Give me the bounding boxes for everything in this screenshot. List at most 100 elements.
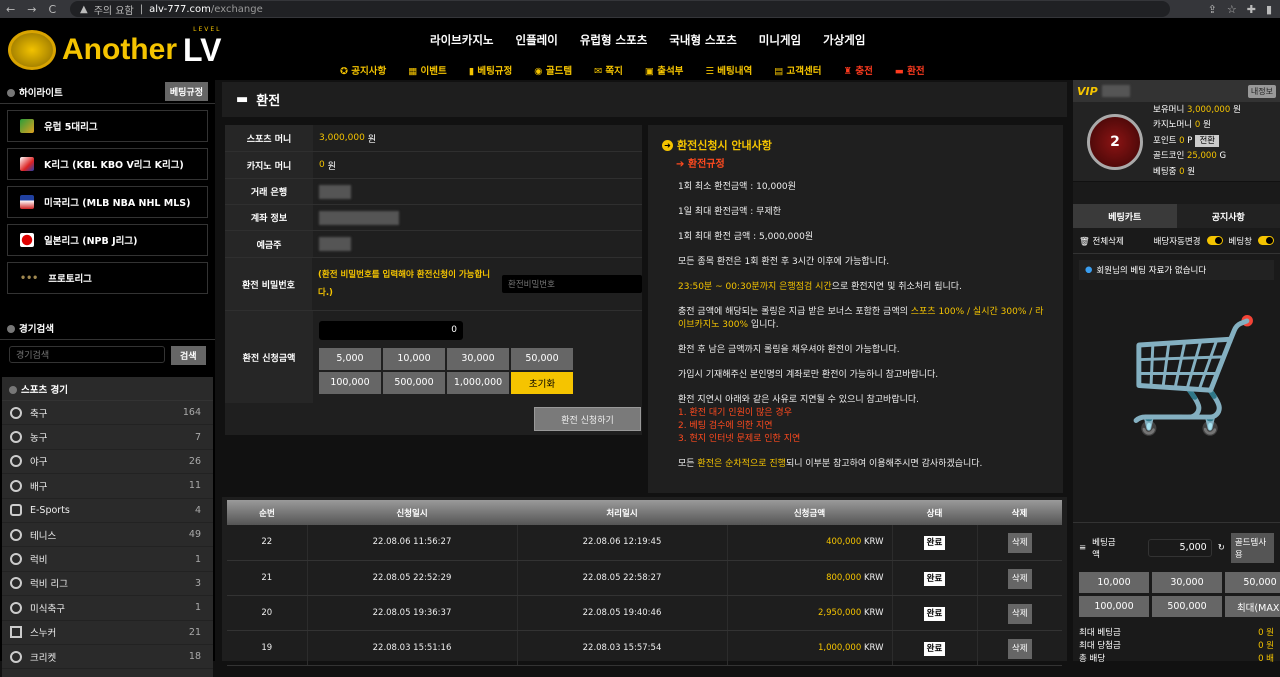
card-icon: ▬ <box>236 92 248 107</box>
quick-amount-button[interactable]: 50,000 <box>511 348 573 370</box>
bet-amount-input[interactable]: 5,000 <box>1148 539 1212 557</box>
sport-item-tennis[interactable]: 테니스49 <box>2 523 213 547</box>
bet-quick-button[interactable]: 30,000 <box>1152 572 1222 593</box>
row-delete: 삭제 <box>977 595 1062 630</box>
extensions-icon[interactable]: ✚ <box>1247 3 1256 16</box>
sport-item-snooker[interactable]: 스누커21 <box>2 621 213 645</box>
quick-amount-button[interactable]: 1,000,000 <box>447 372 509 394</box>
apply-withdraw-button[interactable]: 환전 신청하기 <box>534 407 641 431</box>
bank-label: 거래 은행 <box>225 179 313 204</box>
nav-korean-sports[interactable]: 국내형 스포츠 <box>669 32 736 48</box>
reset-button[interactable]: 초기화 <box>511 372 573 394</box>
nav-live-casino[interactable]: 라이브카지노 <box>430 32 493 48</box>
bullet-icon <box>7 89 15 97</box>
sport-item-esports[interactable]: E-Sports4 <box>2 499 213 523</box>
sports-list: 스포츠 경기 축구164 농구7 야구26 배구11 E-Sports4 테니스… <box>2 377 213 677</box>
refresh-icon[interactable]: ↻ <box>1218 543 1225 553</box>
subnav-goldtem[interactable]: ◉ 골드템 <box>534 63 572 77</box>
logo[interactable]: Another LV LEVEL <box>8 30 222 70</box>
share-icon[interactable]: ⇪ <box>1208 3 1217 16</box>
subnav-bet-history[interactable]: ☰ 베팅내역 <box>705 63 752 77</box>
subnav-support[interactable]: ▤ 고객센터 <box>774 63 821 77</box>
delete-button[interactable]: 삭제 <box>1008 639 1032 659</box>
row-requested: 22.08.05 22:52:29 <box>307 560 517 595</box>
sport-item-cricket[interactable]: 크리켓18 <box>2 645 213 669</box>
quick-amount-button[interactable]: 30,000 <box>447 348 509 370</box>
sport-item-baseball[interactable]: 야구26 <box>2 450 213 474</box>
league-japan[interactable]: 일본리그 (NPB J리그) <box>7 224 208 256</box>
forward-icon[interactable]: → <box>27 3 36 16</box>
clear-all-button[interactable]: 🗑 전체삭제 <box>1079 235 1124 247</box>
amount-label: 환전 신청금액 <box>225 311 313 403</box>
subnav-deposit[interactable]: ♜ 충전 <box>844 63 873 77</box>
delete-button[interactable]: 삭제 <box>1008 604 1032 624</box>
league-usa[interactable]: 미국리그 (MLB NBA NHL MLS) <box>7 186 208 218</box>
left-sidebar: 하이라이트베팅규정 유럽 5대리그 K리그 (KBL KBO V리그 K리그) … <box>0 80 215 661</box>
subnav-attendance[interactable]: ▣ 출석부 <box>645 63 684 77</box>
delete-button[interactable]: 삭제 <box>1008 533 1032 553</box>
back-icon[interactable]: ← <box>6 3 15 16</box>
rules-button[interactable]: 베팅규정 <box>165 82 208 101</box>
my-info-button[interactable]: 내정보 <box>1248 85 1276 98</box>
subnav-notice[interactable]: ✪ 공지사항 <box>340 63 386 77</box>
subnav-rules[interactable]: ▮ 베팅규정 <box>469 63 513 77</box>
league-euro5[interactable]: 유럽 5대리그 <box>7 110 208 142</box>
star-icon[interactable]: ☆ <box>1227 3 1237 16</box>
quick-amount-button[interactable]: 500,000 <box>383 372 445 394</box>
sport-item-american-football[interactable]: 미식축구1 <box>2 596 213 620</box>
nav-virtual[interactable]: 가상게임 <box>823 32 865 48</box>
auto-odds-label: 배당자동변경 <box>1154 235 1201 247</box>
sub-nav: ✪ 공지사항 ▦ 이벤트 ▮ 베팅규정 ◉ 골드템 ✉ 쪽지 ▣ 출석부 ☰ 베… <box>340 63 925 77</box>
col-delete: 삭제 <box>977 500 1062 525</box>
gold-use-button[interactable]: 골드템사용 <box>1231 533 1274 563</box>
col-requested: 신청일시 <box>307 500 517 525</box>
quick-amount-button[interactable]: 10,000 <box>383 348 445 370</box>
subnav-event[interactable]: ▦ 이벤트 <box>408 63 447 77</box>
nav-inplay[interactable]: 인플레이 <box>515 32 557 48</box>
sport-item-rugby[interactable]: 럭비1 <box>2 547 213 571</box>
url-host: alv-777.com <box>149 4 211 15</box>
quick-amount-button[interactable]: 100,000 <box>319 372 381 394</box>
game-search-input[interactable] <box>9 346 165 363</box>
amount-input[interactable]: 0 <box>319 321 463 340</box>
total-odds-label: 총 배당 <box>1079 653 1105 666</box>
sport-item-rugby-league[interactable]: 럭비 리그3 <box>2 572 213 596</box>
auto-odds-toggle[interactable] <box>1207 236 1223 245</box>
quick-amount-button[interactable]: 5,000 <box>319 348 381 370</box>
bet-max-button[interactable]: 최대(MAX) <box>1225 596 1280 617</box>
delete-button[interactable]: 삭제 <box>1008 569 1032 589</box>
nav-minigame[interactable]: 미니게임 <box>759 32 801 48</box>
main-nav: 라이브카지노 인플레이 유럽형 스포츠 국내형 스포츠 미니게임 가상게임 <box>430 32 865 48</box>
sport-item-soccer[interactable]: 축구164 <box>2 401 213 425</box>
bet-window-toggle[interactable] <box>1258 236 1274 245</box>
bet-quick-button[interactable]: 10,000 <box>1079 572 1149 593</box>
status-badge: 완료 <box>924 607 946 621</box>
sport-item-basketball[interactable]: 농구7 <box>2 425 213 449</box>
total-odds-value: 0 배 <box>1258 653 1274 666</box>
sidepanel-icon[interactable]: ▮ <box>1266 3 1272 16</box>
subnav-withdraw[interactable]: ▬ 환전 <box>895 63 925 77</box>
sport-item-volleyball[interactable]: 배구11 <box>2 474 213 498</box>
notice-title: 환전신청시 안내사항 <box>677 139 772 152</box>
address-bar[interactable]: ▲주의 요함|alv-777.com/exchange <box>70 1 1170 17</box>
tab-betslip[interactable]: 베팅카트 <box>1073 204 1177 228</box>
convert-points-button[interactable]: 전환 <box>1195 135 1219 147</box>
browser-toolbar: ← → C ▲주의 요함|alv-777.com/exchange ⇪ ☆ ✚ ▮ <box>0 0 1280 18</box>
trash-icon: 🗑 <box>1079 237 1090 247</box>
withdraw-form: 스포츠 머니3,000,000 원 카지노 머니0 원 거래 은행 계좌 정보 … <box>225 125 642 435</box>
search-button[interactable]: 검색 <box>171 346 206 365</box>
withdraw-password-input[interactable] <box>502 275 642 293</box>
status-badge: 완료 <box>924 536 946 550</box>
league-proto[interactable]: •••프로토리그 <box>7 262 208 294</box>
nav-euro-sports[interactable]: 유럽형 스포츠 <box>580 32 647 48</box>
user-points: 포인트 0 P전환 <box>1153 134 1241 150</box>
bet-quick-button[interactable]: 100,000 <box>1079 596 1149 617</box>
subnav-message[interactable]: ✉ 쪽지 <box>594 63 623 77</box>
bet-quick-button[interactable]: 50,000 <box>1225 572 1280 593</box>
league-korea[interactable]: K리그 (KBL KBO V리그 K리그) <box>7 148 208 180</box>
reload-icon[interactable]: C <box>48 3 56 16</box>
tab-notice[interactable]: 공지사항 <box>1177 204 1280 228</box>
bet-quick-button[interactable]: 500,000 <box>1152 596 1222 617</box>
row-no: 20 <box>227 595 307 630</box>
row-processed: 22.08.05 22:58:27 <box>517 560 727 595</box>
